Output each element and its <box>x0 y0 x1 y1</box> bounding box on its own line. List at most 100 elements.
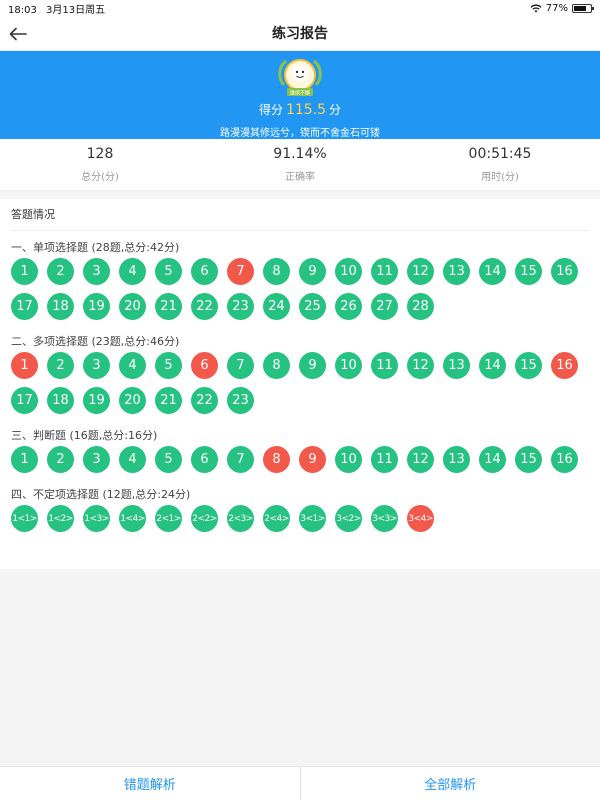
question-bubble-correct[interactable]: 9 <box>299 352 326 379</box>
question-bubble-correct[interactable]: 28 <box>407 293 434 320</box>
stat-label: 用时(分) <box>481 172 519 183</box>
question-bubble-correct[interactable]: 7 <box>227 446 254 473</box>
question-bubble-wrong[interactable]: 1 <box>11 352 38 379</box>
question-bubble-wrong[interactable]: 8 <box>263 446 290 473</box>
question-bubble-correct[interactable]: 17 <box>11 387 38 414</box>
question-bubble-correct[interactable]: 3<1> <box>299 505 326 532</box>
question-bubble-correct[interactable]: 14 <box>479 446 506 473</box>
question-bubble-correct[interactable]: 21 <box>155 387 182 414</box>
question-bubble-correct[interactable]: 21 <box>155 293 182 320</box>
question-bubble-correct[interactable]: 11 <box>371 352 398 379</box>
question-bubble-correct[interactable]: 8 <box>263 258 290 285</box>
question-bubble-correct[interactable]: 12 <box>407 352 434 379</box>
question-bubble-correct[interactable]: 11 <box>371 258 398 285</box>
question-bubble-correct[interactable]: 16 <box>551 258 578 285</box>
question-bubble-wrong[interactable]: 6 <box>191 352 218 379</box>
question-bubble-correct[interactable]: 1 <box>11 446 38 473</box>
score-label: 得分 <box>258 103 283 117</box>
question-bubble-correct[interactable]: 11 <box>371 446 398 473</box>
question-bubble-correct[interactable]: 10 <box>335 258 362 285</box>
question-bubble-correct[interactable]: 6 <box>191 258 218 285</box>
question-bubble-correct[interactable]: 10 <box>335 446 362 473</box>
question-bubble-correct[interactable]: 22 <box>191 387 218 414</box>
question-bubble-correct[interactable]: 15 <box>515 352 542 379</box>
question-bubble-wrong[interactable]: 3<4> <box>407 505 434 532</box>
question-bubble-correct[interactable]: 3<2> <box>335 505 362 532</box>
question-bubble-correct[interactable]: 18 <box>47 387 74 414</box>
question-bubble-wrong[interactable]: 16 <box>551 352 578 379</box>
question-grid: 1 2 3 4 5 6 7 8 9 10 11 12 13 14 15 16 <box>11 444 591 479</box>
question-bubble-correct[interactable]: 8 <box>263 352 290 379</box>
question-bubble-correct[interactable]: 18 <box>47 293 74 320</box>
question-bubble-correct[interactable]: 5 <box>155 446 182 473</box>
question-bubble-correct[interactable]: 14 <box>479 352 506 379</box>
question-bubble-correct[interactable]: 2 <box>47 258 74 285</box>
question-bubble-correct[interactable]: 9 <box>299 258 326 285</box>
page-title: 练习报告 <box>272 26 328 42</box>
question-bubble-correct[interactable]: 2<4> <box>263 505 290 532</box>
question-bubble-correct[interactable]: 2<3> <box>227 505 254 532</box>
question-bubble-correct[interactable]: 15 <box>515 446 542 473</box>
question-bubble-correct[interactable]: 17 <box>11 293 38 320</box>
question-bubble-correct[interactable]: 27 <box>371 293 398 320</box>
question-bubble-correct[interactable]: 3<3> <box>371 505 398 532</box>
question-bubble-correct[interactable]: 20 <box>119 293 146 320</box>
wrong-analysis-button[interactable]: 错题解析 <box>0 767 300 800</box>
question-bubble-correct[interactable]: 2 <box>47 446 74 473</box>
answer-panel-title: 答题情况 <box>11 199 589 231</box>
question-bubble-correct[interactable]: 15 <box>515 258 542 285</box>
back-button[interactable] <box>6 22 30 46</box>
question-bubble-correct[interactable]: 2<2> <box>191 505 218 532</box>
question-bubble-correct[interactable]: 3 <box>83 352 110 379</box>
question-bubble-correct[interactable]: 1<3> <box>83 505 110 532</box>
answer-sections: 一、单项选择题 (28题,总分:42分) 1 2 3 4 5 6 7 8 9 10 11 12 13 14 1… <box>11 240 589 538</box>
question-bubble-correct[interactable]: 5 <box>155 258 182 285</box>
question-bubble-correct[interactable]: 1<4> <box>119 505 146 532</box>
answer-section: 二、多项选择题 (23题,总分:46分) 1 2 3 4 5 6 7 8 9 10 11 12 13 14 1… <box>11 334 589 420</box>
stat-time-used: 00:51:45 用时(分) <box>400 139 600 190</box>
question-bubble-correct[interactable]: 22 <box>191 293 218 320</box>
question-bubble-correct[interactable]: 4 <box>119 352 146 379</box>
question-bubble-correct[interactable]: 1<1> <box>11 505 38 532</box>
stat-accuracy: 91.14% 正确率 <box>200 139 400 190</box>
question-bubble-wrong[interactable]: 7 <box>227 258 254 285</box>
question-bubble-correct[interactable]: 4 <box>119 446 146 473</box>
question-bubble-correct[interactable]: 19 <box>83 293 110 320</box>
answer-section: 四、不定项选择题 (12题,总分:24分) 1<1> 1<2> 1<3> 1<4> 2<1… <box>11 487 589 538</box>
question-bubble-correct[interactable]: 13 <box>443 352 470 379</box>
question-bubble-correct[interactable]: 10 <box>335 352 362 379</box>
question-bubble-correct[interactable]: 19 <box>83 387 110 414</box>
question-bubble-correct[interactable]: 16 <box>551 446 578 473</box>
question-bubble-correct[interactable]: 2 <box>47 352 74 379</box>
score-value: 115.5 <box>285 102 327 118</box>
question-bubble-correct[interactable]: 4 <box>119 258 146 285</box>
question-bubble-correct[interactable]: 7 <box>227 352 254 379</box>
medal-badge-icon: 继续不懈 <box>278 59 322 97</box>
question-bubble-correct[interactable]: 12 <box>407 446 434 473</box>
question-bubble-correct[interactable]: 1<2> <box>47 505 74 532</box>
stat-value: 128 <box>86 146 114 162</box>
score-unit: 分 <box>329 103 342 117</box>
question-bubble-correct[interactable]: 2<1> <box>155 505 182 532</box>
question-bubble-correct[interactable]: 5 <box>155 352 182 379</box>
question-bubble-correct[interactable]: 25 <box>299 293 326 320</box>
question-bubble-correct[interactable]: 23 <box>227 293 254 320</box>
question-bubble-wrong[interactable]: 9 <box>299 446 326 473</box>
stat-value: 91.14% <box>273 146 327 162</box>
question-bubble-correct[interactable]: 12 <box>407 258 434 285</box>
question-bubble-correct[interactable]: 14 <box>479 258 506 285</box>
badge-text: 继续不懈 <box>290 90 310 97</box>
question-bubble-correct[interactable]: 3 <box>83 258 110 285</box>
question-bubble-correct[interactable]: 20 <box>119 387 146 414</box>
question-bubble-correct[interactable]: 26 <box>335 293 362 320</box>
question-bubble-correct[interactable]: 23 <box>227 387 254 414</box>
question-bubble-correct[interactable]: 13 <box>443 258 470 285</box>
question-bubble-correct[interactable]: 24 <box>263 293 290 320</box>
question-bubble-correct[interactable]: 1 <box>11 258 38 285</box>
question-bubble-correct[interactable]: 3 <box>83 446 110 473</box>
question-bubble-correct[interactable]: 6 <box>191 446 218 473</box>
arrow-left-icon <box>9 27 27 41</box>
question-bubble-correct[interactable]: 13 <box>443 446 470 473</box>
all-analysis-button[interactable]: 全部解析 <box>299 767 600 800</box>
status-time: 18:03 <box>8 4 37 16</box>
